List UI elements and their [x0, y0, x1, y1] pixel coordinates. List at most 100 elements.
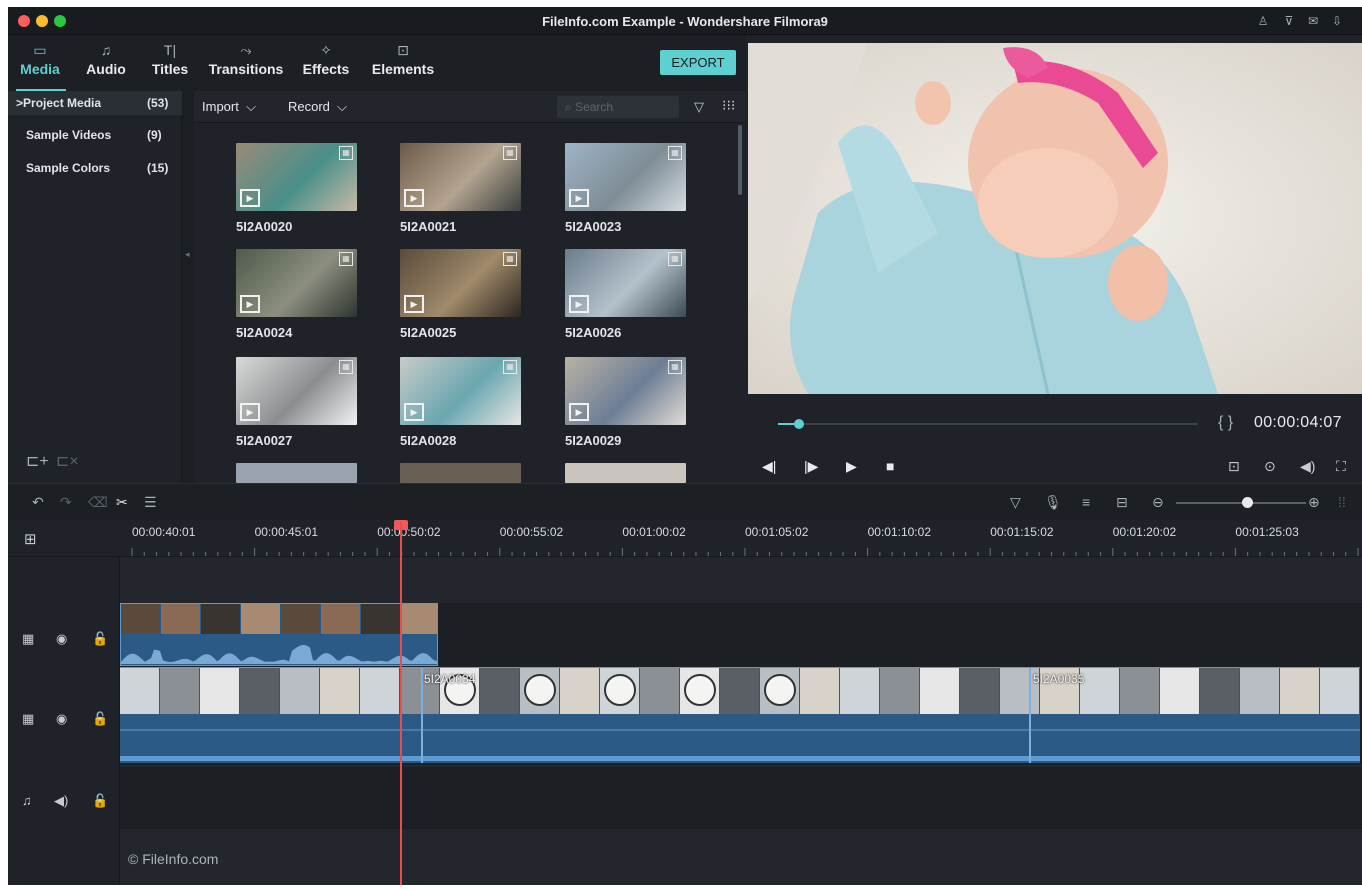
media-thumbnail[interactable]: ▦ ▶: [400, 357, 521, 425]
module-tabs: ▭ Media ♫ Audio T| Titles ⤳ Transitions …: [8, 35, 746, 91]
filter-icon[interactable]: ▽: [694, 99, 704, 115]
sidebar-item-label: Project Media: [23, 96, 102, 110]
sidebar-item-sample-videos[interactable]: Sample Videos (9): [8, 123, 182, 147]
lock-icon[interactable]: 🔓: [92, 631, 108, 647]
eye-icon[interactable]: ◉: [56, 631, 67, 647]
tab-titles[interactable]: T| Titles: [148, 41, 192, 77]
timeline-toolbar: ↶ ↷ ⌫ ✂ ☰ ▽ 🎙 ≡ ⊟ ⊖ ⊕ ⁞⁞: [8, 483, 1362, 520]
redo-icon[interactable]: ↷: [60, 494, 72, 511]
tab-label: Elements: [371, 61, 435, 77]
preview-progress-track[interactable]: [778, 423, 1198, 425]
speaker-icon[interactable]: ◀): [54, 793, 68, 809]
media-thumbnail[interactable]: ▦ ▶: [236, 143, 357, 211]
ruler-label: 00:01:10:02: [867, 525, 931, 539]
media-scrollbar[interactable]: [738, 125, 742, 195]
snapshot-icon[interactable]: ⊙: [1264, 458, 1276, 475]
lock-icon[interactable]: 🔓: [92, 793, 108, 809]
media-thumbnail-label: 5I2A0025: [400, 325, 457, 340]
download-icon[interactable]: ⇩: [1330, 14, 1344, 28]
zoom-slider-knob[interactable]: [1242, 497, 1253, 508]
fullscreen-icon[interactable]: ⛶: [1336, 458, 1346, 475]
grid-view-icon[interactable]: ⁝⁝⁝: [722, 97, 735, 114]
clip-label: 5I2A0034: [424, 672, 476, 686]
next-frame-icon[interactable]: |▶: [804, 458, 818, 475]
zoom-out-icon[interactable]: ⊖: [1152, 494, 1164, 511]
record-button[interactable]: Record ⌵: [288, 99, 347, 115]
media-thumbnail[interactable]: [565, 463, 686, 483]
image-icon: ⊡: [397, 42, 409, 58]
eye-icon[interactable]: ◉: [56, 711, 67, 727]
sidebar-item-count: (53): [147, 96, 169, 110]
media-thumbnail[interactable]: ▦ ▶: [400, 143, 521, 211]
tab-effects[interactable]: ✧ Effects: [298, 41, 354, 77]
media-thumbnail[interactable]: ▦ ▶: [565, 143, 686, 211]
ruler-label: 00:00:40:01: [132, 525, 196, 539]
clip-thumbnails: [120, 668, 1360, 763]
tab-transitions[interactable]: ⤳ Transitions: [206, 41, 286, 77]
mail-icon[interactable]: ✉: [1306, 14, 1320, 28]
mark-in-out-icon[interactable]: { }: [1218, 414, 1233, 432]
ruler-label: 00:01:05:02: [745, 525, 809, 539]
playhead-line[interactable]: [400, 522, 402, 885]
stop-icon[interactable]: ■: [886, 458, 894, 474]
app-window: FileInfo.com Example - Wondershare Filmo…: [8, 7, 1362, 885]
search-input[interactable]: ⌕ Search: [557, 96, 679, 118]
zoom-in-icon[interactable]: ⊕: [1308, 494, 1320, 511]
sidebar-item-sample-colors[interactable]: Sample Colors (15): [8, 156, 182, 180]
export-button[interactable]: EXPORT: [660, 50, 736, 75]
play-overlay-icon: ▶: [569, 403, 589, 421]
film-strip-icon: ▦: [503, 360, 517, 374]
tab-media[interactable]: ▭ Media: [18, 41, 62, 77]
volume-icon[interactable]: ◀): [1300, 458, 1315, 475]
preview-controls: { } 00:00:04:07 ◀| |▶ ▶ ■ ⊡ ⊙ ◀) ⛶: [748, 394, 1362, 483]
account-icon[interactable]: ♙: [1256, 14, 1270, 28]
marker-icon[interactable]: ▽: [1010, 494, 1021, 511]
preview-progress-knob[interactable]: [794, 419, 804, 429]
panel-handle-icon[interactable]: ⁞⁞: [1338, 494, 1346, 510]
sidebar-item-project-media[interactable]: >Project Media (53): [8, 91, 182, 115]
timeline-ruler[interactable]: ⊞ 00:00:40:01 00:00:45:01 00:00:50:02 00:00…: [8, 520, 1362, 557]
fit-timeline-icon[interactable]: ⊟: [1116, 494, 1128, 511]
add-track-icon[interactable]: ⊞: [24, 530, 37, 548]
media-thumbnail[interactable]: ▦ ▶: [236, 249, 357, 317]
play-overlay-icon: ▶: [569, 295, 589, 313]
media-thumbnail[interactable]: ▦ ▶: [236, 357, 357, 425]
previous-frame-icon[interactable]: ◀|: [762, 458, 776, 475]
lock-icon[interactable]: 🔓: [92, 711, 108, 727]
tab-label: Titles: [151, 61, 189, 77]
undo-icon[interactable]: ↶: [32, 494, 44, 511]
chevron-down-icon: ⌵: [337, 99, 348, 114]
adjust-icon[interactable]: ☰: [144, 494, 157, 511]
tab-elements[interactable]: ⊡ Elements: [370, 41, 436, 77]
media-thumbnail[interactable]: ▦ ▶: [565, 357, 686, 425]
transition-icon: ⤳: [240, 42, 252, 58]
new-folder-icon[interactable]: ⊏+: [26, 451, 49, 471]
play-overlay-icon: ▶: [404, 189, 424, 207]
sparkle-icon: ✧: [320, 42, 332, 58]
media-thumbnail[interactable]: ▦ ▶: [565, 249, 686, 317]
ruler-label: 00:01:20:02: [1112, 525, 1177, 539]
play-icon[interactable]: ▶: [846, 458, 857, 475]
window-title: FileInfo.com Example - Wondershare Filmo…: [542, 14, 828, 29]
sidebar-item-count: (9): [147, 128, 162, 142]
music-note-icon: ♫: [100, 42, 112, 58]
voiceover-icon[interactable]: ≡: [1082, 494, 1090, 510]
render-settings-icon[interactable]: ⊡: [1228, 458, 1240, 475]
tab-audio[interactable]: ♫ Audio: [84, 41, 128, 77]
zoom-slider-track[interactable]: [1176, 502, 1306, 504]
delete-icon[interactable]: ⌫: [88, 494, 108, 511]
cart-icon[interactable]: ⊽: [1282, 14, 1296, 28]
import-button[interactable]: Import ⌵: [202, 99, 256, 115]
collapse-sidebar-handle[interactable]: ◂: [182, 91, 194, 483]
media-thumbnail[interactable]: ▦ ▶: [400, 249, 521, 317]
video-clip-main[interactable]: 5I2A0034 5I2A0035: [120, 667, 1360, 763]
microphone-icon[interactable]: 🎙: [1044, 494, 1062, 511]
ruler-label: 00:00:50:02: [377, 525, 441, 539]
film-strip-icon: ▦: [339, 360, 353, 374]
preview-frame-baby-image: [748, 43, 1362, 394]
media-thumbnail[interactable]: [236, 463, 357, 483]
video-clip-overlay[interactable]: [120, 603, 438, 666]
media-thumbnail[interactable]: [400, 463, 521, 483]
cut-icon[interactable]: ✂: [116, 494, 128, 511]
delete-folder-icon[interactable]: ⊏×: [56, 451, 79, 471]
